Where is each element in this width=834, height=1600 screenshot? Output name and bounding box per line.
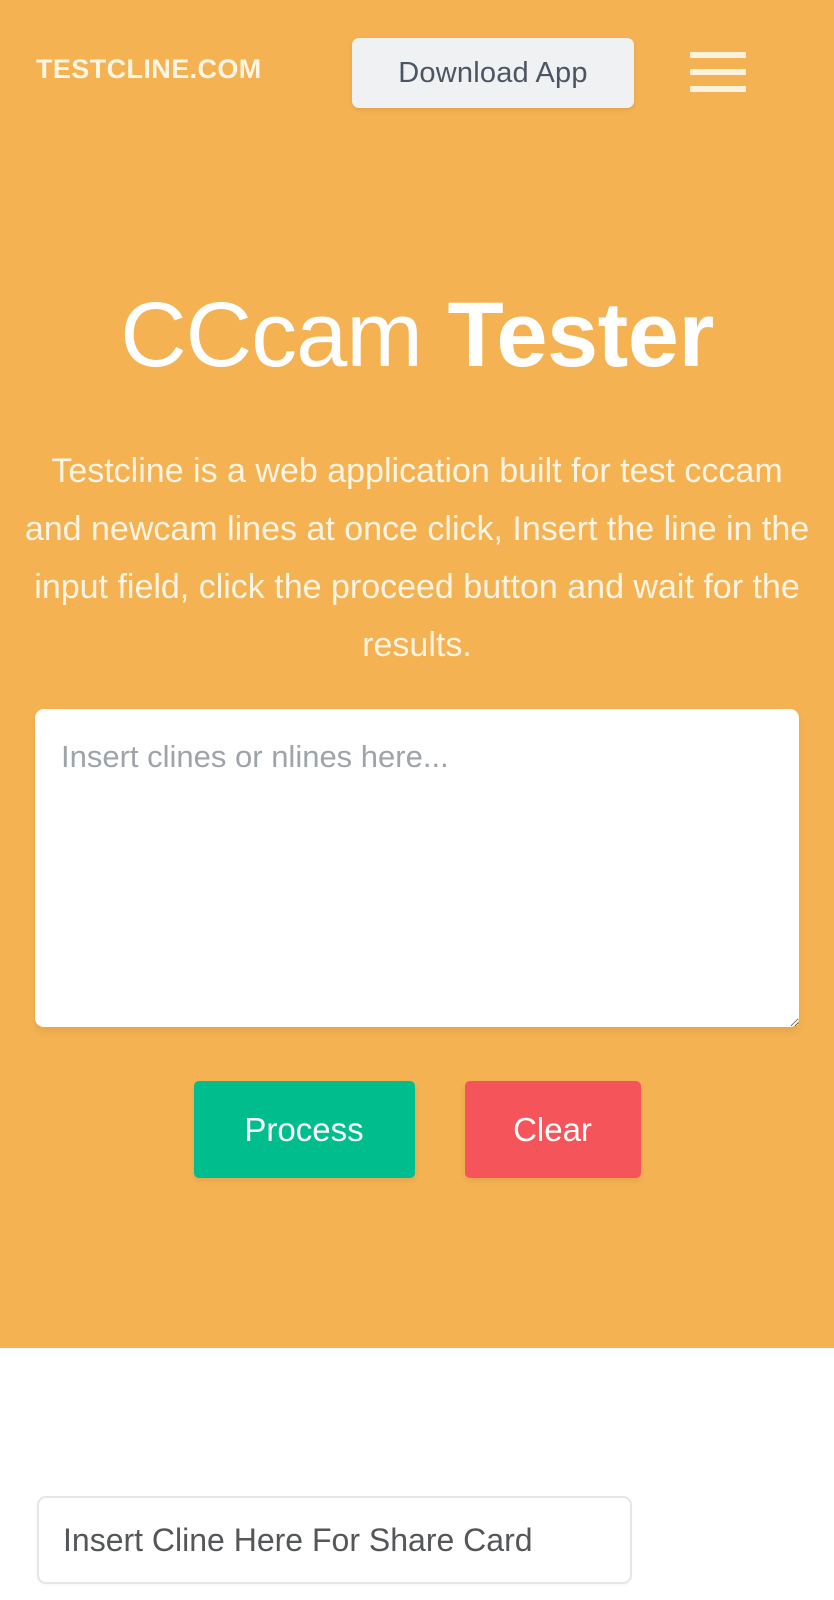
- process-button[interactable]: Process: [193, 1081, 415, 1178]
- page-root: TESTCLINE.COM Download App CCcam Tester …: [0, 0, 834, 1600]
- hero-description: Testcline is a web application built for…: [24, 452, 810, 664]
- hamburger-bar-1: [690, 52, 746, 58]
- page-title-light: CCcam: [120, 284, 423, 386]
- hamburger-bar-2: [690, 69, 746, 75]
- page-title: CCcam Tester: [0, 284, 834, 386]
- share-cline-input[interactable]: [37, 1496, 632, 1584]
- download-app-button[interactable]: Download App: [352, 38, 634, 108]
- action-button-group: Process Clear: [0, 1081, 834, 1178]
- hamburger-menu-icon[interactable]: [690, 49, 746, 95]
- clear-button[interactable]: Clear: [464, 1081, 641, 1178]
- cline-input-textarea[interactable]: [35, 709, 799, 1027]
- hero-section: TESTCLINE.COM Download App CCcam Tester …: [0, 0, 834, 1348]
- brand-logo[interactable]: TESTCLINE.COM: [36, 56, 262, 83]
- hamburger-bar-3: [690, 86, 746, 92]
- site-header: TESTCLINE.COM Download App: [0, 0, 834, 146]
- page-title-bold: Tester: [447, 284, 714, 386]
